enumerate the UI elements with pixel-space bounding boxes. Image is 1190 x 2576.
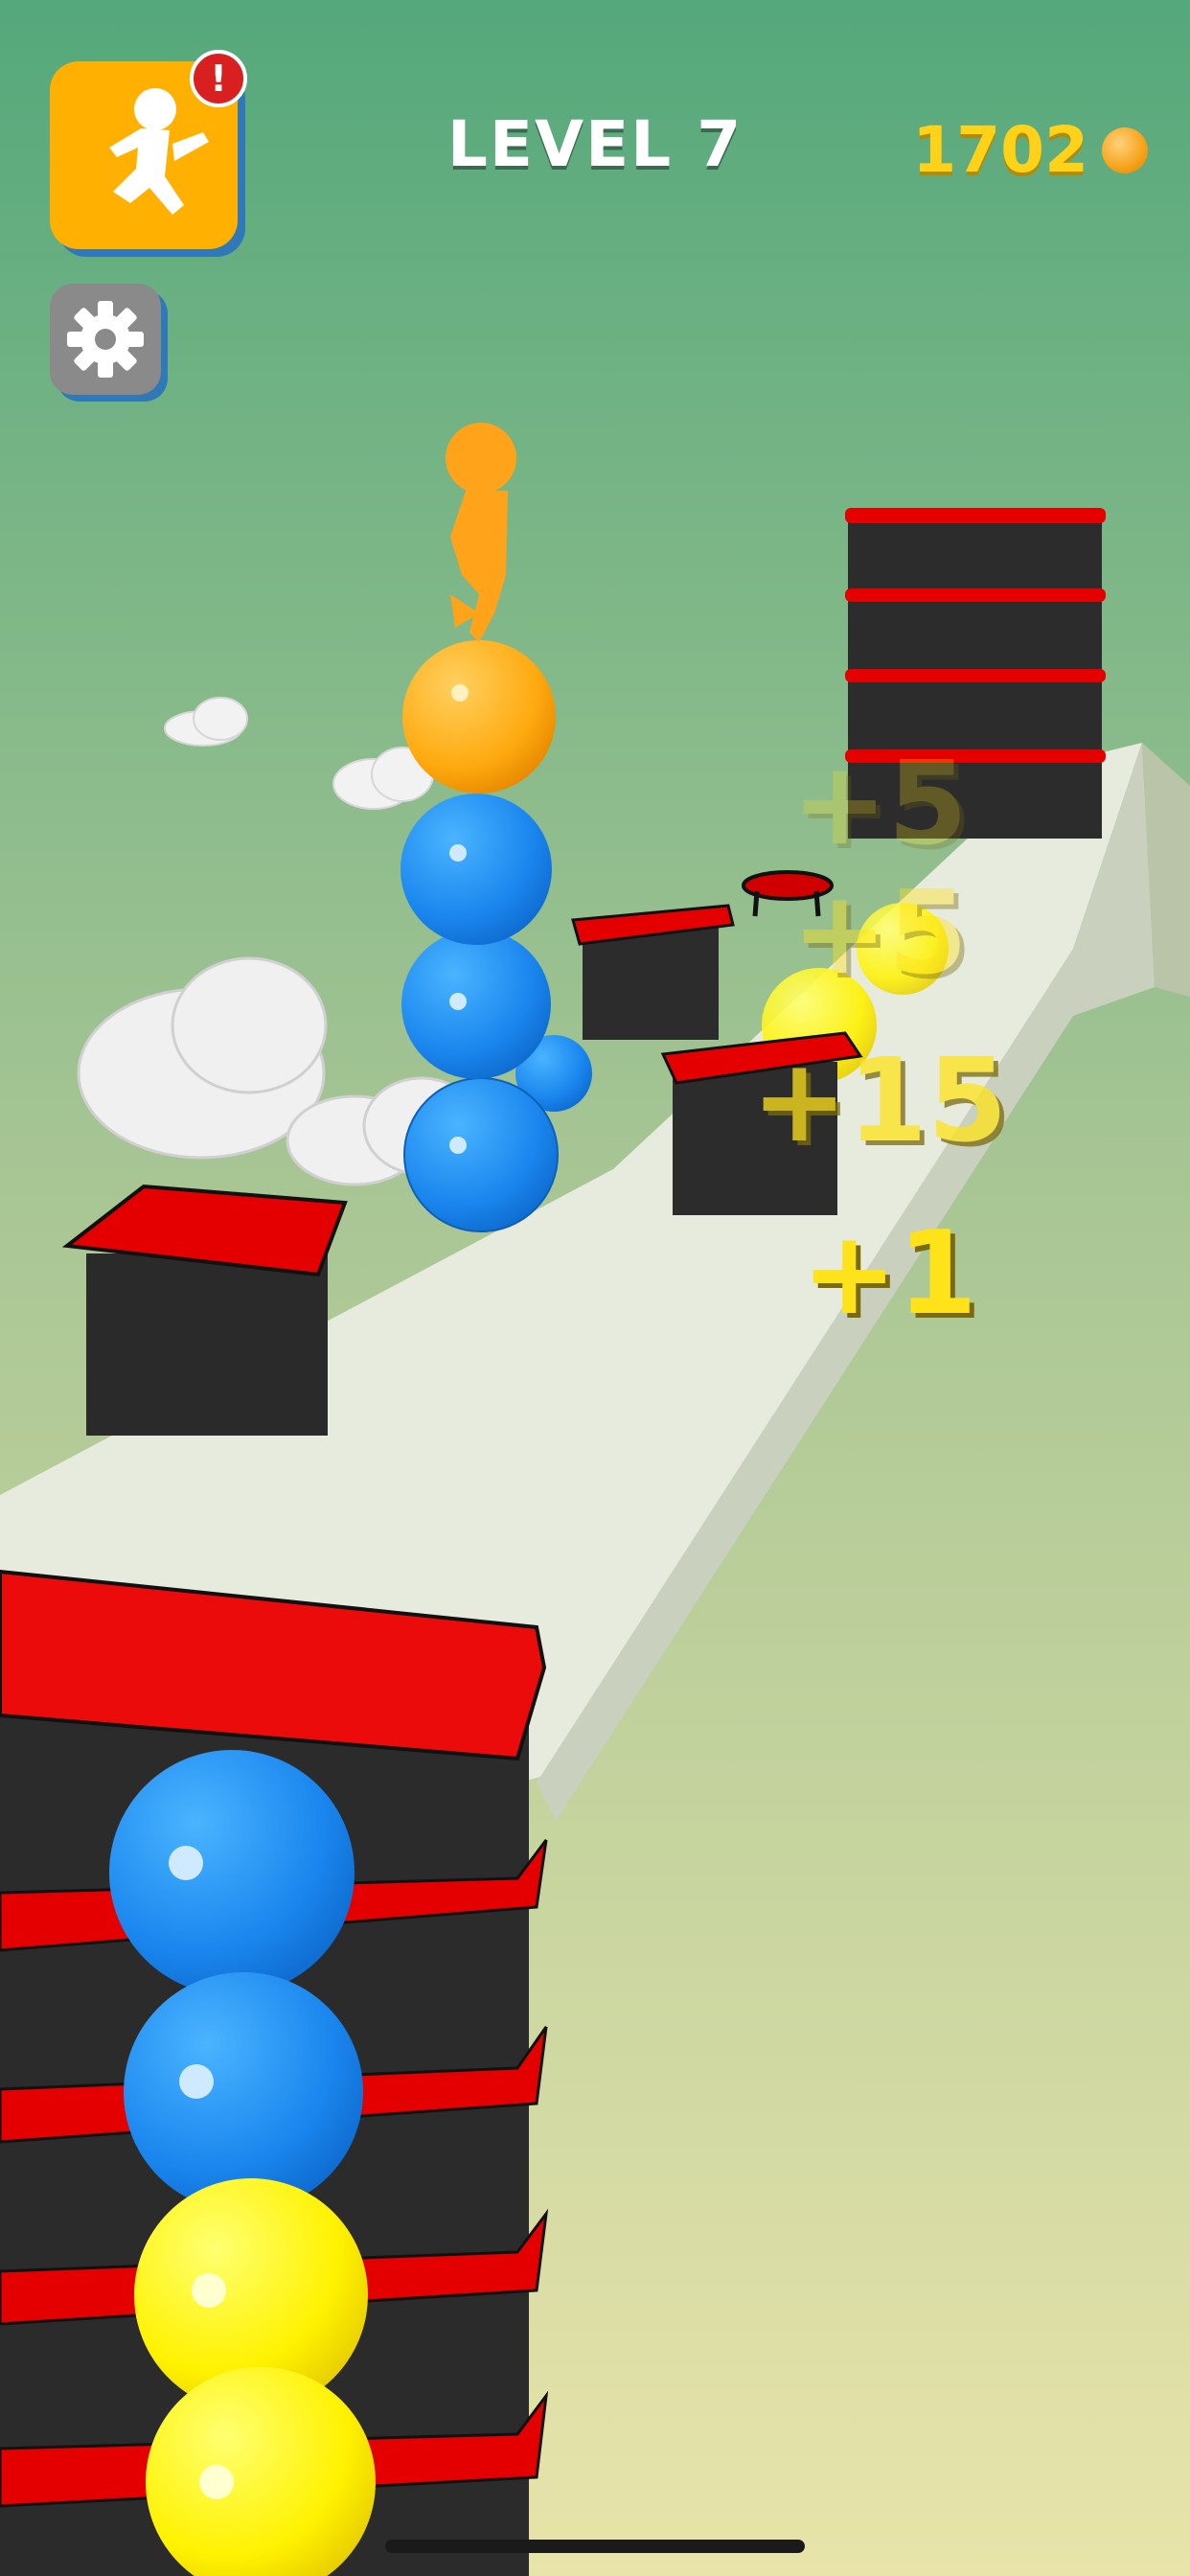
coin-counter: 1702 bbox=[912, 113, 1148, 187]
score-popup: +1 bbox=[801, 1208, 978, 1341]
coin-count: 1702 bbox=[912, 113, 1088, 187]
settings-button[interactable] bbox=[50, 284, 161, 395]
score-popup: +5 bbox=[791, 738, 969, 871]
game-scene bbox=[0, 0, 1190, 2576]
obstacle-block-left bbox=[61, 1184, 348, 1436]
score-popup: +5 bbox=[791, 867, 969, 1000]
coin-icon bbox=[1102, 126, 1148, 173]
gear-icon bbox=[67, 301, 144, 378]
notification-badge: ! bbox=[190, 50, 247, 107]
home-indicator bbox=[385, 2540, 805, 2553]
score-popup: +15 bbox=[751, 1035, 1008, 1168]
obstacle-block-far bbox=[571, 904, 735, 1040]
